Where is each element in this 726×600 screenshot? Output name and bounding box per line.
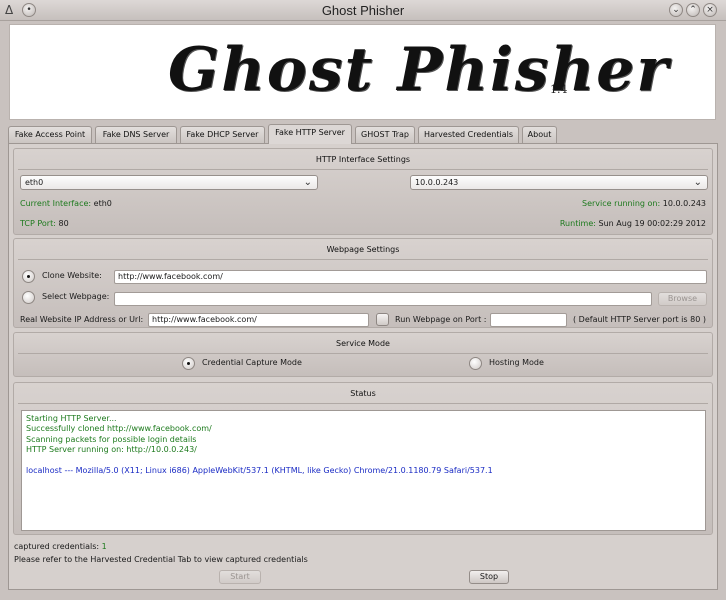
clone-website-input[interactable]: http://www.facebook.com/	[114, 270, 707, 284]
service-running-row: Service running on: 10.0.0.243	[582, 199, 706, 209]
runtime-value: Sun Aug 19 00:02:29 2012	[598, 219, 706, 228]
chevron-down-icon: ⌄	[303, 177, 312, 188]
select-webpage-radio[interactable]	[22, 291, 35, 304]
interface-select-value: eth0	[25, 178, 44, 187]
close-icon[interactable]: ×	[703, 3, 717, 17]
default-port-note: ( Default HTTP Server port is 80 )	[573, 315, 706, 324]
status-line: Starting HTTP Server...	[26, 414, 117, 423]
status-group: Status Starting HTTP Server... Successfu…	[13, 382, 713, 535]
captured-credentials-count: 1	[101, 542, 107, 551]
http-interface-title: HTTP Interface Settings	[315, 155, 411, 164]
runtime-label: Runtime:	[559, 219, 596, 228]
tcp-port-row: TCP Port: 80	[20, 219, 69, 229]
run-webpage-on-port-checkbox[interactable]	[376, 313, 389, 326]
status-log[interactable]: Starting HTTP Server... Successfully clo…	[21, 410, 706, 531]
tcp-port-value: 80	[58, 219, 69, 228]
status-title: Status	[350, 389, 376, 398]
stop-button[interactable]: Stop	[469, 570, 509, 584]
log-line: localhost --- Mozilla/5.0 (X11; Linux i6…	[26, 466, 493, 476]
status-line: HTTP Server running on: http://10.0.0.24…	[26, 445, 197, 455]
tcp-port-label: TCP Port:	[20, 219, 56, 228]
minimize-icon[interactable]: ⌄	[669, 3, 683, 17]
clone-website-label: Clone Website:	[42, 271, 102, 280]
divider	[18, 403, 708, 404]
harvested-note: Please refer to the Harvested Credential…	[14, 555, 308, 564]
divider	[18, 353, 708, 354]
tab-panel: HTTP Interface Settings eth0 ⌄ 10.0.0.24…	[8, 143, 718, 590]
credential-capture-radio[interactable]	[182, 357, 195, 370]
service-mode-title: Service Mode	[336, 339, 390, 348]
divider	[18, 169, 708, 170]
webpage-settings-title: Webpage Settings	[326, 245, 400, 254]
browse-button[interactable]: Browse	[658, 292, 707, 306]
interface-select[interactable]: eth0 ⌄	[20, 175, 318, 190]
status-line: Successfully cloned http://www.facebook.…	[26, 424, 212, 434]
real-website-ip-input[interactable]: http://www.facebook.com/	[148, 313, 369, 327]
tab-ghost-trap[interactable]: GHOST Trap	[355, 126, 415, 143]
logo-banner: Ghost Phisher 1.4	[9, 24, 716, 120]
run-webpage-on-port-label: Run Webpage on Port :	[395, 315, 487, 324]
current-interface-row: Current Interface: eth0	[20, 199, 112, 209]
hosting-mode-label: Hosting Mode	[489, 358, 544, 367]
select-webpage-label: Select Webpage:	[42, 292, 110, 301]
tab-fake-access-point[interactable]: Fake Access Point	[8, 126, 92, 143]
tab-about[interactable]: About	[522, 126, 557, 143]
clone-website-radio[interactable]	[22, 270, 35, 283]
window-title: Ghost Phisher	[321, 3, 405, 18]
logo-version: 1.4	[550, 83, 568, 96]
start-button[interactable]: Start	[219, 570, 261, 584]
ip-address-select-value: 10.0.0.243	[415, 178, 459, 187]
status-line: Scanning packets for possible login deta…	[26, 434, 197, 444]
hosting-mode-radio[interactable]	[469, 357, 482, 370]
captured-credentials-row: captured credentials: 1	[14, 542, 107, 552]
real-website-ip-label: Real Website IP Address or Url:	[20, 315, 144, 324]
divider	[18, 259, 708, 260]
tab-fake-dhcp-server[interactable]: Fake DHCP Server	[180, 126, 265, 143]
service-mode-group: Service Mode Credential Capture Mode Hos…	[13, 332, 713, 377]
webpage-settings-group: Webpage Settings Clone Website: http://w…	[13, 238, 713, 328]
ip-address-select[interactable]: 10.0.0.243 ⌄	[410, 175, 708, 190]
credential-capture-label: Credential Capture Mode	[202, 358, 302, 367]
tab-fake-http-server[interactable]: Fake HTTP Server	[268, 124, 352, 144]
current-interface-label: Current Interface:	[20, 199, 92, 208]
tab-fake-dns-server[interactable]: Fake DNS Server	[95, 126, 177, 143]
captured-credentials-label: captured credentials:	[14, 542, 100, 551]
chevron-down-icon: ⌄	[693, 177, 702, 188]
port-input[interactable]	[490, 313, 567, 327]
service-running-value: 10.0.0.243	[662, 199, 706, 208]
tab-harvested-credentials[interactable]: Harvested Credentials	[418, 126, 519, 143]
http-interface-group: HTTP Interface Settings eth0 ⌄ 10.0.0.24…	[13, 148, 713, 235]
maximize-icon[interactable]: ⌃	[686, 3, 700, 17]
current-interface-value: eth0	[93, 199, 112, 208]
logo-text: Ghost Phisher	[168, 35, 670, 105]
select-webpage-input[interactable]	[114, 292, 652, 306]
runtime-row: Runtime: Sun Aug 19 00:02:29 2012	[560, 219, 706, 229]
service-running-label: Service running on:	[582, 199, 661, 208]
window-titlebar: ⵠ • Ghost Phisher ⌄ ⌃ ×	[0, 0, 726, 21]
